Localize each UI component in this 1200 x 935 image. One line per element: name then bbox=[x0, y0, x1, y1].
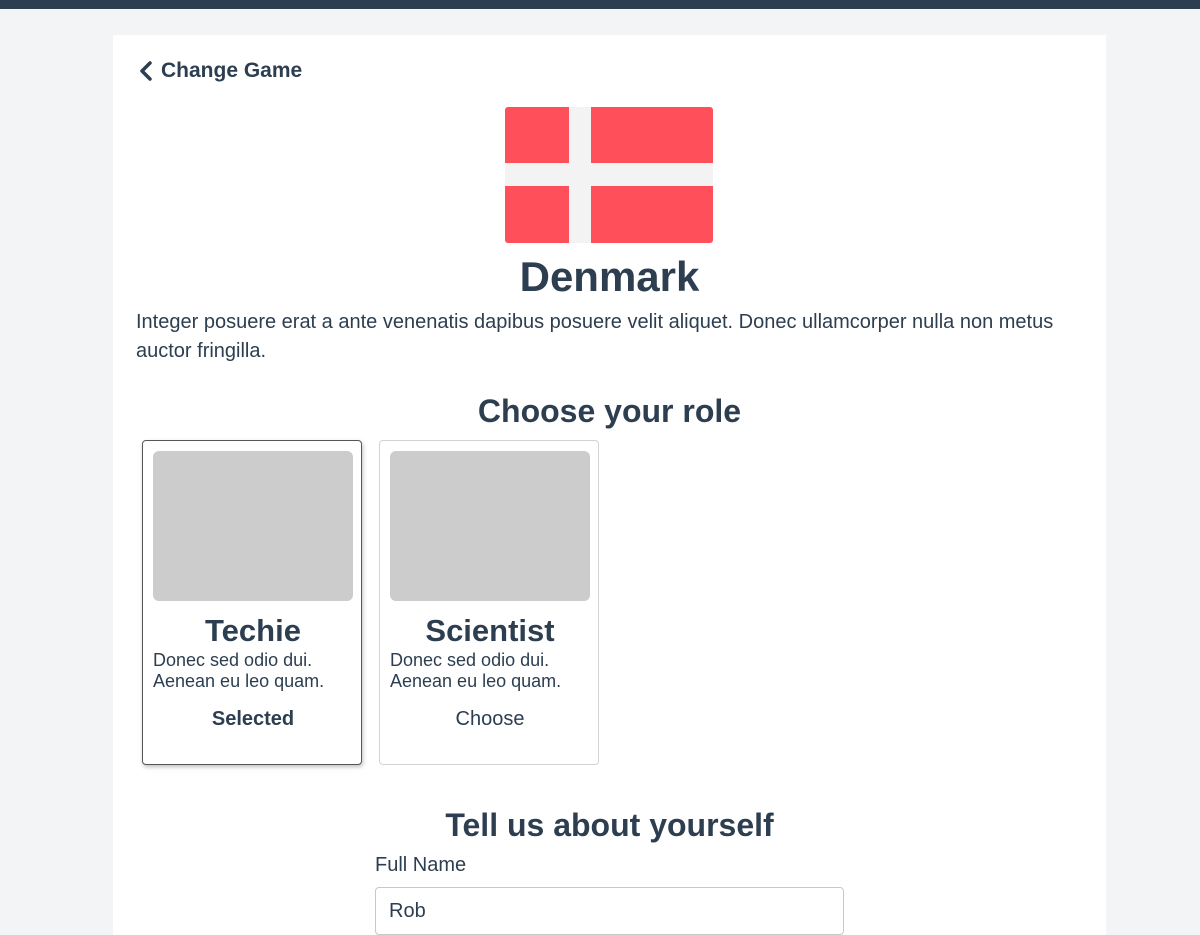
top-bar bbox=[0, 0, 1200, 9]
change-game-label: Change Game bbox=[161, 59, 303, 82]
denmark-flag-image bbox=[505, 107, 713, 243]
full-name-input[interactable] bbox=[375, 887, 844, 935]
role-selected-label: Selected bbox=[211, 708, 295, 730]
role-name: Scientist bbox=[425, 613, 555, 648]
role-description: Donec sed odio dui. Aenean eu leo quam. bbox=[153, 650, 325, 691]
role-card-techie[interactable]: Techie Donec sed odio dui. Aenean eu leo… bbox=[142, 440, 362, 765]
about-yourself-heading: Tell us about yourself bbox=[445, 807, 774, 843]
role-image-placeholder bbox=[153, 451, 353, 601]
full-name-label: Full Name bbox=[375, 854, 467, 876]
role-image-placeholder bbox=[390, 451, 590, 601]
choose-role-heading: Choose your role bbox=[477, 393, 742, 429]
change-game-link[interactable]: Change Game bbox=[137, 59, 302, 83]
role-card-scientist[interactable]: Scientist Donec sed odio dui. Aenean eu … bbox=[379, 440, 599, 765]
game-setup-card: Change Game Denmark Integer posuere erat… bbox=[113, 35, 1106, 935]
role-choose-button[interactable]: Choose bbox=[380, 708, 600, 731]
country-description: Integer posuere erat a ante venenatis da… bbox=[136, 311, 1054, 362]
role-name: Techie bbox=[205, 613, 301, 648]
role-description: Donec sed odio dui. Aenean eu leo quam. bbox=[390, 650, 562, 691]
flag-cross-horizontal bbox=[505, 163, 713, 186]
chevron-left-icon bbox=[140, 61, 152, 81]
country-title: Denmark bbox=[519, 253, 700, 300]
